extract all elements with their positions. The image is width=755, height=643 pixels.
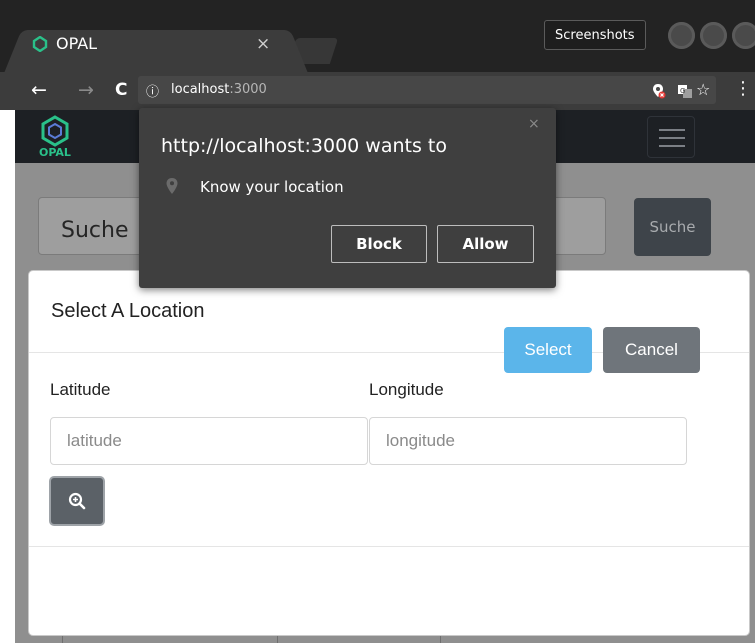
longitude-label: Longitude: [369, 380, 444, 399]
reload-icon[interactable]: C: [115, 78, 127, 102]
url-host: localhost: [171, 82, 230, 97]
permission-close-icon[interactable]: ×: [528, 116, 540, 132]
tab-close-icon[interactable]: ×: [256, 34, 270, 54]
screenshots-button[interactable]: Screenshots: [544, 20, 646, 50]
tab-title: OPAL: [56, 34, 98, 53]
cancel-button[interactable]: Cancel: [603, 327, 700, 373]
address-bar[interactable]: ⓘ localhost:3000 G ☆: [138, 76, 716, 104]
latitude-label: Latitude: [50, 380, 111, 399]
search-placeholder: Suche: [61, 218, 129, 243]
modal-footer-divider: [29, 546, 749, 547]
logo-text: OPAL: [39, 146, 71, 159]
maximize-icon[interactable]: [700, 22, 727, 49]
browser-tabbar: OPAL × Screenshots: [0, 0, 755, 72]
select-location-modal: Select A Location Latitude Longitude: [28, 270, 750, 636]
back-icon[interactable]: ←: [31, 78, 47, 102]
svg-text:G: G: [680, 87, 685, 95]
browser-toolbar: ← → C ⓘ localhost:3000 G ☆ ⋮: [0, 72, 755, 110]
hamburger-line: [659, 137, 685, 139]
select-button[interactable]: Select: [504, 327, 592, 373]
hamburger-menu-button[interactable]: [647, 116, 695, 158]
translate-icon[interactable]: G: [677, 83, 693, 99]
forward-icon[interactable]: →: [78, 78, 94, 102]
allow-button[interactable]: Allow: [437, 225, 534, 263]
url-port: :3000: [229, 82, 267, 97]
location-pin-icon: [166, 178, 178, 194]
modal-title: Select A Location: [51, 300, 205, 322]
permission-title: http://localhost:3000 wants to: [161, 135, 447, 157]
search-button[interactable]: Suche: [634, 198, 711, 256]
hamburger-line: [659, 129, 685, 131]
minimize-icon[interactable]: [668, 22, 695, 49]
new-tab-button[interactable]: [287, 38, 339, 64]
close-window-icon[interactable]: [732, 22, 755, 49]
bookmark-star-icon[interactable]: ☆: [696, 80, 710, 99]
url-text: localhost:3000: [171, 82, 267, 97]
opal-favicon-icon: [32, 36, 48, 52]
zoom-in-icon: [68, 492, 86, 510]
latitude-input[interactable]: [50, 417, 368, 465]
browser-menu-icon[interactable]: ⋮: [734, 79, 752, 99]
longitude-input[interactable]: [369, 417, 687, 465]
site-info-icon[interactable]: ⓘ: [146, 81, 159, 100]
hamburger-line: [659, 145, 685, 147]
zoom-search-button[interactable]: [49, 476, 105, 526]
location-blocked-icon[interactable]: [650, 83, 666, 99]
block-button[interactable]: Block: [331, 225, 427, 263]
location-permission-dialog: × http://localhost:3000 wants to Know yo…: [139, 108, 556, 288]
permission-request-text: Know your location: [200, 178, 344, 196]
